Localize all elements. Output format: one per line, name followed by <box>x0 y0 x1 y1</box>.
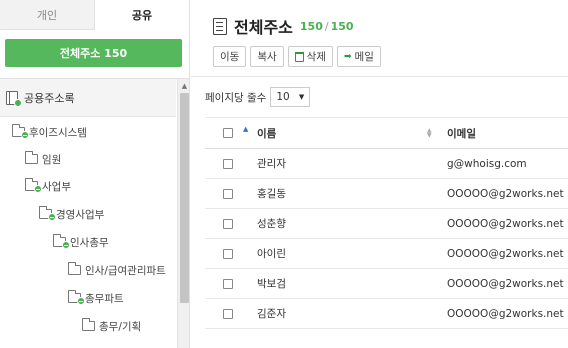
row-email[interactable]: OOOOO@g2works.net <box>447 278 564 290</box>
row-name[interactable]: 홍길동 <box>257 186 286 201</box>
table-header: ▲ 이름 ▲ ▼ 이메일 <box>205 117 568 149</box>
row-checkbox[interactable] <box>223 158 233 169</box>
sort-ascending-icon[interactable]: ▲ <box>243 125 248 133</box>
shared-folder-icon <box>25 178 42 193</box>
move-label: 이동 <box>220 51 240 63</box>
mail-button[interactable]: ➡ 메일 <box>336 46 381 67</box>
page-size-value: 10 <box>276 91 290 103</box>
address-count: 150/150 <box>300 20 354 33</box>
tree-node-label: 사업부 <box>42 180 71 193</box>
copy-button[interactable]: 복사 <box>250 46 284 67</box>
caret-down-icon: ▼ <box>298 93 305 101</box>
tree-node-label: 총무/기획 <box>99 320 142 333</box>
page-size-control: 페이지당 줄수 10 ▼ <box>205 87 311 107</box>
page-size-select[interactable]: 10 ▼ <box>270 87 311 107</box>
tree-scrollbar[interactable]: ▲ <box>177 79 189 348</box>
count-total: 150 <box>330 19 354 33</box>
select-all-checkbox[interactable] <box>223 128 233 138</box>
page-title: 전체주소 <box>234 18 293 37</box>
main-panel: 전체주소 150/150 이동 복사 삭제 ➡ 메일 페이지당 줄수 10 ▼ ▲… <box>191 0 568 348</box>
row-checkbox[interactable] <box>223 308 233 319</box>
folder-icon <box>82 318 95 331</box>
tab-shared[interactable]: 공유 <box>94 0 189 30</box>
row-checkbox[interactable] <box>223 278 233 289</box>
move-button[interactable]: 이동 <box>213 46 247 67</box>
tree-node-business-division[interactable]: 사업부 <box>25 177 71 195</box>
column-email-header[interactable]: 이메일 <box>447 126 476 141</box>
tree-root[interactable]: 공용주소록 <box>0 79 176 117</box>
delete-label: 삭제 <box>306 51 326 63</box>
count-current: 150 <box>299 19 323 33</box>
shared-folder-icon <box>12 124 29 139</box>
scroll-up-icon[interactable]: ▲ <box>178 79 189 92</box>
count-separator: / <box>324 19 329 33</box>
delete-button[interactable]: 삭제 <box>287 46 333 67</box>
document-list-icon <box>213 17 227 35</box>
sidebar-tabs: 개인 공유 <box>0 0 189 30</box>
tab-personal[interactable]: 개인 <box>0 0 94 30</box>
tree-node-executives[interactable]: 임원 <box>25 150 61 168</box>
shared-folder-icon <box>53 234 70 249</box>
row-name[interactable]: 박보검 <box>257 276 286 291</box>
mail-label: 메일 <box>354 51 374 63</box>
all-addresses-button[interactable]: 전체주소 150 <box>5 39 182 67</box>
row-name[interactable]: 관리자 <box>257 156 286 171</box>
table-row[interactable]: 성춘향 OOOOO@g2works.net <box>205 209 568 239</box>
row-checkbox[interactable] <box>223 218 233 229</box>
tree-node-label: 임원 <box>42 153 62 166</box>
row-name[interactable]: 아이린 <box>257 246 286 261</box>
tree-node-general-planning[interactable]: 총무/기획 <box>82 317 141 335</box>
shared-folder-icon <box>68 290 85 305</box>
tree-node-label: 인사총무 <box>70 236 109 249</box>
table-row[interactable]: 박보검 OOOOO@g2works.net <box>205 269 568 299</box>
tree-node-label: 총무파트 <box>85 292 124 305</box>
sort-icon[interactable]: ▲ ▼ <box>427 128 432 139</box>
address-table: ▲ 이름 ▲ ▼ 이메일 관리자 g@whoisg.com 홍길동 OOOOO@g… <box>205 117 568 329</box>
row-email[interactable]: OOOOO@g2works.net <box>447 218 564 230</box>
table-row[interactable]: 관리자 g@whoisg.com <box>205 149 568 179</box>
page-size-label: 페이지당 줄수 <box>205 91 267 104</box>
column-name-header[interactable]: 이름 <box>257 126 276 141</box>
folder-icon <box>25 151 38 164</box>
row-name[interactable]: 성춘향 <box>257 216 286 231</box>
row-email[interactable]: g@whoisg.com <box>447 158 527 170</box>
scroll-thumb[interactable] <box>180 93 189 303</box>
page-header: 전체주소 150/150 <box>213 14 354 38</box>
row-checkbox[interactable] <box>223 188 233 199</box>
address-tree: 공용주소록 후이즈시스템 임원 사업부 경영사업부 인사총무 인사/급여관리파트 <box>0 78 189 348</box>
row-email[interactable]: OOOOO@g2works.net <box>447 188 564 200</box>
row-name[interactable]: 김준자 <box>257 306 286 321</box>
row-email[interactable]: OOOOO@g2works.net <box>447 308 564 320</box>
row-checkbox[interactable] <box>223 248 233 259</box>
folder-icon <box>68 262 81 275</box>
toolbar: 이동 복사 삭제 ➡ 메일 <box>213 46 381 67</box>
tree-node-whoissystem[interactable]: 후이즈시스템 <box>12 123 87 141</box>
divider <box>191 76 568 77</box>
tree-node-hr-general-affairs[interactable]: 인사총무 <box>53 233 109 251</box>
tree-node-label: 후이즈시스템 <box>29 126 87 139</box>
trash-icon <box>294 51 304 62</box>
table-row[interactable]: 아이린 OOOOO@g2works.net <box>205 239 568 269</box>
tree-root-label: 공용주소록 <box>24 91 75 105</box>
tree-node-management-division[interactable]: 경영사업부 <box>39 205 104 223</box>
tree-node-label: 경영사업부 <box>56 208 105 221</box>
tree-node-general-affairs-part[interactable]: 총무파트 <box>68 289 124 307</box>
row-email[interactable]: OOOOO@g2works.net <box>447 248 564 260</box>
sidebar: 개인 공유 전체주소 150 공용주소록 후이즈시스템 임원 사업부 경영사업부… <box>0 0 190 348</box>
address-book-icon <box>6 90 22 107</box>
copy-label: 복사 <box>257 51 277 63</box>
table-row[interactable]: 홍길동 OOOOO@g2works.net <box>205 179 568 209</box>
arrow-right-icon: ➡ <box>343 51 352 62</box>
tree-node-hr-payroll-part[interactable]: 인사/급여관리파트 <box>68 261 166 279</box>
shared-folder-icon <box>39 206 56 221</box>
tree-node-label: 인사/급여관리파트 <box>85 264 166 277</box>
table-row[interactable]: 김준자 OOOOO@g2works.net <box>205 299 568 329</box>
